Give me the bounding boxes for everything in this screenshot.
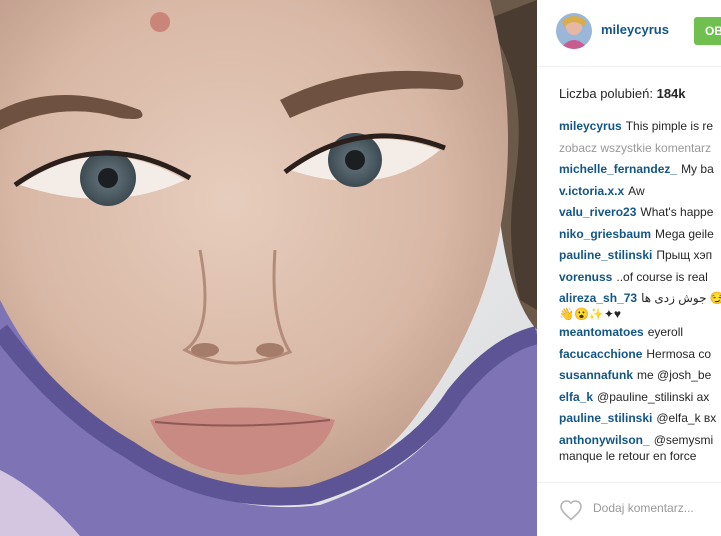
comment-text: Прыщ хэп — [656, 248, 713, 262]
post-actions: Dodaj komentarz... — [537, 482, 721, 536]
author-username[interactable]: mileycyrus — [601, 22, 669, 37]
comment-username[interactable]: pauline_stilinski — [559, 248, 652, 262]
comment: valu_rivero23 What's happe — [559, 204, 721, 226]
comment: anthonywilson_ @semysmi manque le retour e… — [559, 432, 721, 466]
comment-text: Aw — [628, 183, 645, 198]
comment-username[interactable]: elfa_k — [559, 390, 593, 404]
post-header: mileycyrus OB — [537, 0, 721, 67]
comment-text: @semysmi — [653, 432, 714, 447]
comment-username[interactable]: meantomatoes — [559, 325, 644, 339]
comment-text: @elfa_k вх — [656, 411, 717, 425]
comment-text-line2: 👋😮✨✦♥ — [559, 307, 622, 321]
comment-username[interactable]: michelle_fernandez_ — [559, 162, 677, 176]
comment-username[interactable]: pauline_stilinski — [559, 411, 652, 425]
comment-text: Mega geile — [655, 226, 714, 241]
add-comment-input[interactable]: Dodaj komentarz... — [593, 501, 694, 515]
comment: michelle_fernandez_ My ba — [559, 161, 721, 183]
comment-text: My ba — [681, 162, 714, 176]
comment: susannafunk me @josh_be — [559, 367, 721, 389]
comment: meantomatoes eyeroll — [559, 324, 721, 346]
post-photo[interactable] — [0, 0, 537, 536]
comment-text: me @josh_be — [637, 368, 712, 382]
comment-text: eyeroll — [647, 325, 684, 339]
heart-outline-icon[interactable] — [559, 499, 583, 521]
post-sidebar: mileycyrus OB Liczba polubień: 184k mile… — [537, 0, 721, 536]
comment-username[interactable]: vorenuss — [559, 270, 612, 284]
comment-text: Hermosa co — [646, 346, 712, 361]
comment-text-line2: manque le retour en force — [559, 448, 697, 463]
caption-text: This pimple is re — [625, 119, 714, 133]
comment-username[interactable]: facucacchione — [559, 347, 642, 361]
comment-username[interactable]: anthonywilson_ — [559, 433, 650, 447]
view-all-comments-link[interactable]: zobacz wszystkie komentarz — [559, 140, 721, 162]
author-avatar[interactable] — [556, 13, 592, 49]
comment: pauline_stilinski Прыщ хэп — [559, 247, 721, 269]
caption: mileycyrus This pimple is re — [559, 118, 721, 140]
comment: v.ictoria.x.x Aw — [559, 183, 721, 205]
selfie-image — [0, 0, 537, 536]
comment-username[interactable]: niko_griesbaum — [559, 227, 651, 241]
instagram-post-modal: mileycyrus OB Liczba polubień: 184k mile… — [0, 0, 721, 536]
comment-text: جوش زدی ها 😏 — [641, 291, 721, 305]
comment-username[interactable]: alireza_sh_73 — [559, 291, 637, 305]
comment: niko_griesbaum Mega geile — [559, 226, 721, 248]
comment-text: @pauline_stilinski ax — [597, 389, 710, 404]
comments-list: mileycyrus This pimple is re zobacz wszys… — [559, 118, 721, 466]
likes-count[interactable]: 184k — [657, 86, 686, 101]
comment: vorenuss ..of course is real — [559, 269, 721, 291]
comment-text: ..of course is real — [616, 269, 708, 284]
comment-username[interactable]: v.ictoria.x.x — [559, 184, 624, 198]
comment-username[interactable]: valu_rivero23 — [559, 205, 636, 219]
follow-button[interactable]: OB — [694, 17, 721, 45]
comment: elfa_k @pauline_stilinski ax — [559, 389, 721, 411]
likes-summary[interactable]: Liczba polubień: 184k — [559, 86, 686, 101]
comment: pauline_stilinski @elfa_k вх — [559, 410, 721, 432]
comment: facucacchione Hermosa co — [559, 346, 721, 368]
likes-label: Liczba polubień: — [559, 86, 653, 101]
comment-text: What's happe — [640, 205, 714, 219]
comment: alireza_sh_73 جوش زدی ها 😏 👋😮✨✦♥ — [559, 290, 721, 324]
caption-username[interactable]: mileycyrus — [559, 119, 622, 133]
comment-username[interactable]: susannafunk — [559, 368, 633, 382]
